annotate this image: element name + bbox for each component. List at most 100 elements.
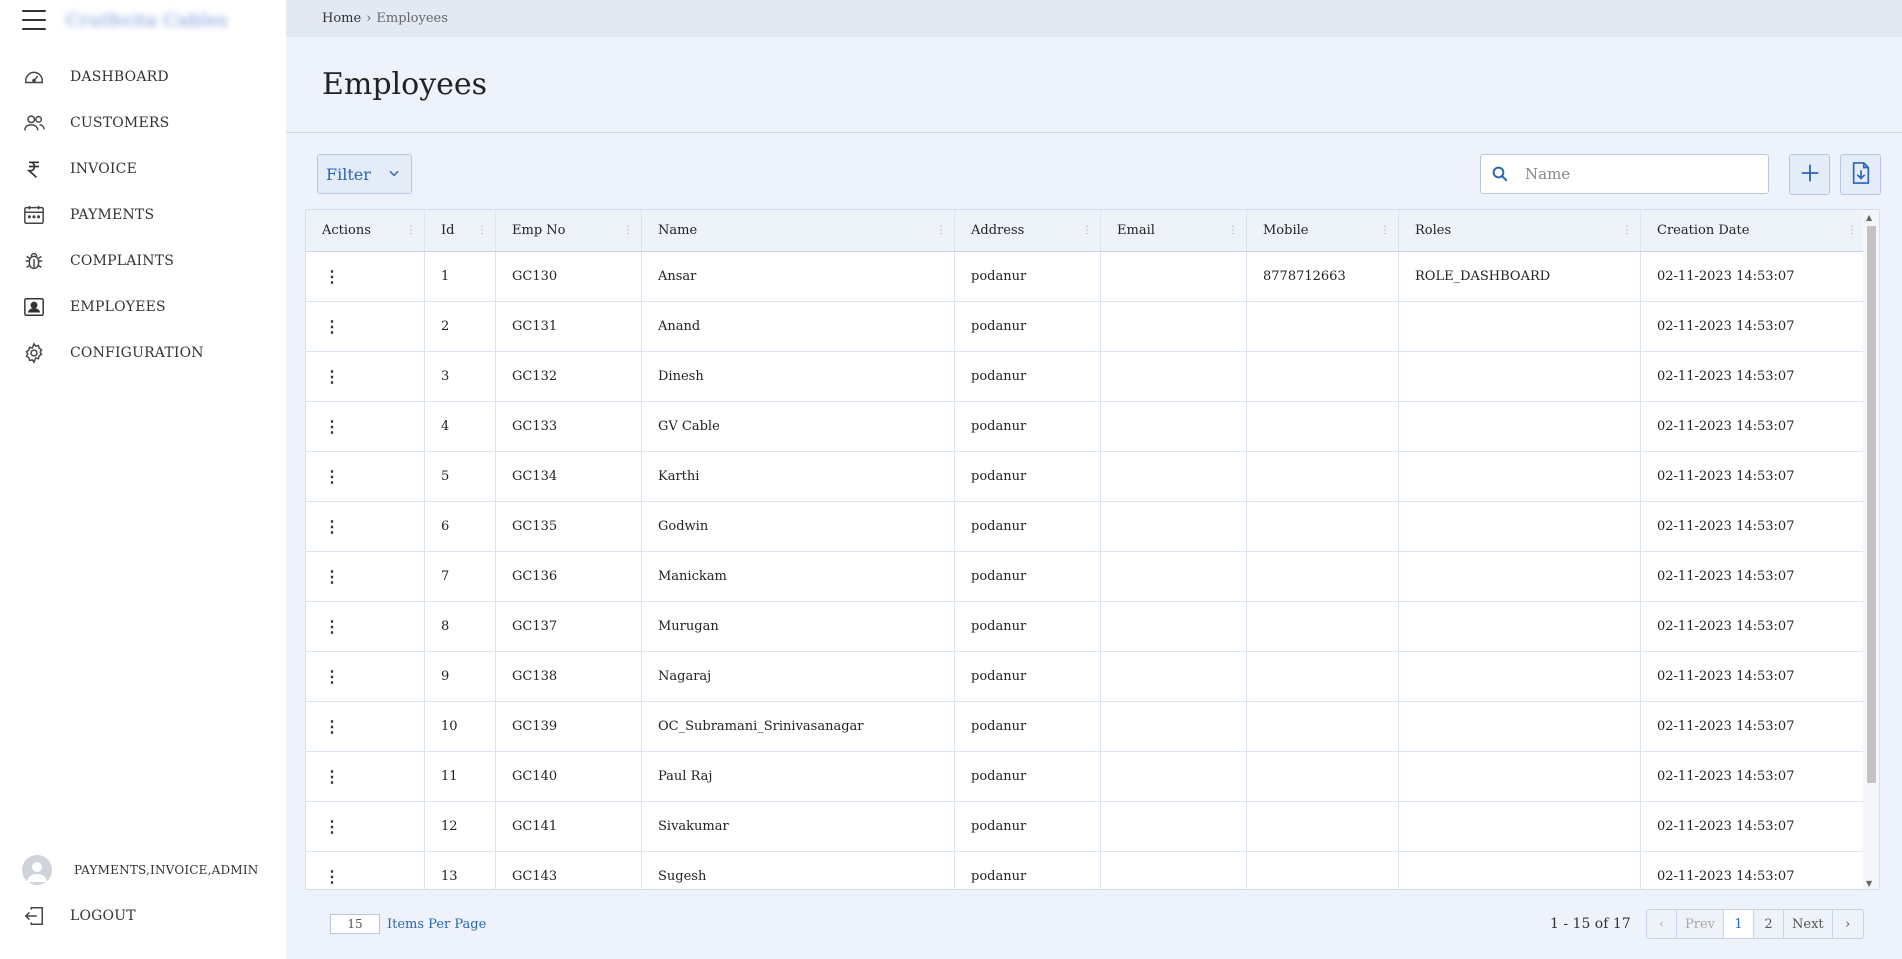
breadcrumb: Home › Employees (286, 0, 1902, 37)
next-arrow-button[interactable]: › (1833, 910, 1863, 938)
cell-mobile (1247, 852, 1399, 889)
column-menu-icon[interactable]: ⋮ (1380, 225, 1390, 236)
row-actions-menu-icon[interactable]: ⋮ (322, 767, 340, 786)
column-menu-icon[interactable]: ⋮ (936, 225, 946, 236)
cell-id: 10 (425, 702, 496, 751)
sidebar-item-label: DASHBOARD (70, 69, 169, 85)
row-actions-menu-icon[interactable]: ⋮ (322, 667, 340, 686)
row-actions-menu-icon[interactable]: ⋮ (322, 567, 340, 586)
hamburger-menu-icon[interactable] (22, 10, 46, 30)
search-input[interactable] (1525, 165, 1755, 183)
sidebar-item-dashboard[interactable]: DASHBOARD (0, 54, 286, 100)
column-header-label: Id (441, 223, 455, 238)
table-row[interactable]: ⋮ 4 GC133 GV Cable podanur 02-11-2023 14:53:0… (306, 402, 1879, 452)
table-row[interactable]: ⋮ 9 GC138 Nagaraj podanur 02-11-2023 14:53:07 (306, 652, 1879, 702)
scroll-down-arrow-icon[interactable]: ▼ (1866, 879, 1872, 888)
next-button[interactable]: Next (1784, 910, 1833, 938)
column-header-address[interactable]: Address ⋮ (955, 210, 1101, 251)
row-actions-menu-icon[interactable]: ⋮ (322, 367, 340, 386)
gear-icon (22, 341, 46, 365)
column-header-label: Name (658, 223, 698, 238)
sidebar-item-label: COMPLAINTS (70, 253, 175, 269)
add-employee-button[interactable] (1789, 154, 1830, 195)
table-row[interactable]: ⋮ 12 GC141 Sivakumar podanur 02-11-2023 14:53… (306, 802, 1879, 852)
cell-roles (1399, 302, 1641, 351)
cell-creation-date: 02-11-2023 14:53:07 (1657, 519, 1795, 534)
column-menu-icon[interactable]: ⋮ (623, 225, 633, 236)
column-header-actions[interactable]: Actions ⋮ (306, 210, 425, 251)
cell-creation-date: 02-11-2023 14:53:07 (1657, 669, 1795, 684)
column-header-emp-no[interactable]: Emp No ⋮ (496, 210, 642, 251)
vertical-scrollbar[interactable]: ▲ ▼ (1863, 210, 1879, 889)
row-actions-menu-icon[interactable]: ⋮ (322, 867, 340, 886)
cell-address: podanur (955, 402, 1101, 451)
row-actions-menu-icon[interactable]: ⋮ (322, 617, 340, 636)
cell-mobile: 8778712663 (1247, 252, 1399, 301)
row-actions-menu-icon[interactable]: ⋮ (322, 817, 340, 836)
table-row[interactable]: ⋮ 7 GC136 Manickam podanur 02-11-2023 14:53:0… (306, 552, 1879, 602)
cell-roles (1399, 352, 1641, 401)
plus-icon (1799, 162, 1821, 188)
prev-arrow-button[interactable]: ‹ (1647, 910, 1677, 938)
cell-creation-date: 02-11-2023 14:53:07 (1657, 619, 1795, 634)
sidebar-item-invoice[interactable]: INVOICE (0, 146, 286, 192)
sidebar-item-complaints[interactable]: COMPLAINTS (0, 238, 286, 284)
sidebar-item-employees[interactable]: EMPLOYEES (0, 284, 286, 330)
column-header-mobile[interactable]: Mobile ⋮ (1247, 210, 1399, 251)
row-actions-menu-icon[interactable]: ⋮ (322, 467, 340, 486)
filter-button[interactable]: Filter (317, 154, 412, 194)
page-2-button[interactable]: 2 (1754, 910, 1784, 938)
cell-address: podanur (955, 302, 1101, 351)
cell-roles (1399, 452, 1641, 501)
row-actions-menu-icon[interactable]: ⋮ (322, 517, 340, 536)
scrollbar-thumb[interactable] (1867, 226, 1876, 783)
column-header-creation-date[interactable]: Creation Date ⋮ (1641, 210, 1865, 251)
row-actions-menu-icon[interactable]: ⋮ (322, 317, 340, 336)
sidebar-item-customers[interactable]: CUSTOMERS (0, 100, 286, 146)
search-icon (1491, 164, 1511, 184)
sidebar-item-configuration[interactable]: CONFIGURATION (0, 330, 286, 376)
cell-address: podanur (955, 252, 1101, 301)
logout-button[interactable]: LOGOUT (0, 893, 286, 939)
download-button[interactable] (1840, 154, 1881, 195)
column-header-id[interactable]: Id ⋮ (425, 210, 496, 251)
column-menu-icon[interactable]: ⋮ (1082, 225, 1092, 236)
column-menu-icon[interactable]: ⋮ (477, 225, 487, 236)
cell-actions: ⋮ (306, 552, 425, 601)
prev-button[interactable]: Prev (1677, 910, 1724, 938)
sidebar-item-label: CONFIGURATION (70, 345, 204, 361)
cell-mobile (1247, 752, 1399, 801)
table-row[interactable]: ⋮ 3 GC132 Dinesh podanur 02-11-2023 14:53:07 (306, 352, 1879, 402)
table-row[interactable]: ⋮ 13 GC143 Sugesh podanur 02-11-2023 14:53:07 (306, 852, 1879, 889)
column-menu-icon[interactable]: ⋮ (1228, 225, 1238, 236)
page-1-button[interactable]: 1 (1724, 910, 1754, 938)
employees-table: Actions ⋮ Id ⋮ Emp No ⋮ Name ⋮ Address ⋮ Emai… (305, 209, 1880, 890)
column-header-email[interactable]: Email ⋮ (1101, 210, 1247, 251)
cell-mobile (1247, 552, 1399, 601)
column-header-roles[interactable]: Roles ⋮ (1399, 210, 1641, 251)
column-menu-icon[interactable]: ⋮ (1622, 225, 1632, 236)
column-header-name[interactable]: Name ⋮ (642, 210, 955, 251)
row-actions-menu-icon[interactable]: ⋮ (322, 267, 340, 286)
cell-name: Paul Raj (642, 752, 955, 801)
column-menu-icon[interactable]: ⋮ (406, 225, 416, 236)
cell-name: GV Cable (642, 402, 955, 451)
cell-emp-no: GC137 (496, 602, 642, 651)
table-row[interactable]: ⋮ 11 GC140 Paul Raj podanur 02-11-2023 14:53:… (306, 752, 1879, 802)
row-actions-menu-icon[interactable]: ⋮ (322, 417, 340, 436)
table-row[interactable]: ⋮ 2 GC131 Anand podanur 02-11-2023 14:53:07 (306, 302, 1879, 352)
cell-mobile (1247, 702, 1399, 751)
table-row[interactable]: ⋮ 5 GC134 Karthi podanur 02-11-2023 14:53:07 (306, 452, 1879, 502)
table-row[interactable]: ⋮ 10 GC139 OC_Subramani_Srinivasanagar podan… (306, 702, 1879, 752)
table-row[interactable]: ⋮ 8 GC137 Murugan podanur 02-11-2023 14:53:07 (306, 602, 1879, 652)
sidebar-item-payments[interactable]: PAYMENTS (0, 192, 286, 238)
items-per-page-input[interactable]: 15 (330, 914, 380, 934)
scroll-up-arrow-icon[interactable]: ▲ (1866, 213, 1872, 222)
user-profile[interactable]: PAYMENTS,INVOICE,ADMIN (0, 847, 286, 893)
column-menu-icon[interactable]: ⋮ (1847, 225, 1857, 236)
row-actions-menu-icon[interactable]: ⋮ (322, 717, 340, 736)
table-row[interactable]: ⋮ 1 GC130 Ansar podanur 8778712663 ROLE_DASHBO… (306, 252, 1879, 302)
table-row[interactable]: ⋮ 6 GC135 Godwin podanur 02-11-2023 14:53:07 (306, 502, 1879, 552)
breadcrumb-home-link[interactable]: Home (322, 11, 361, 26)
cell-email (1101, 802, 1247, 851)
